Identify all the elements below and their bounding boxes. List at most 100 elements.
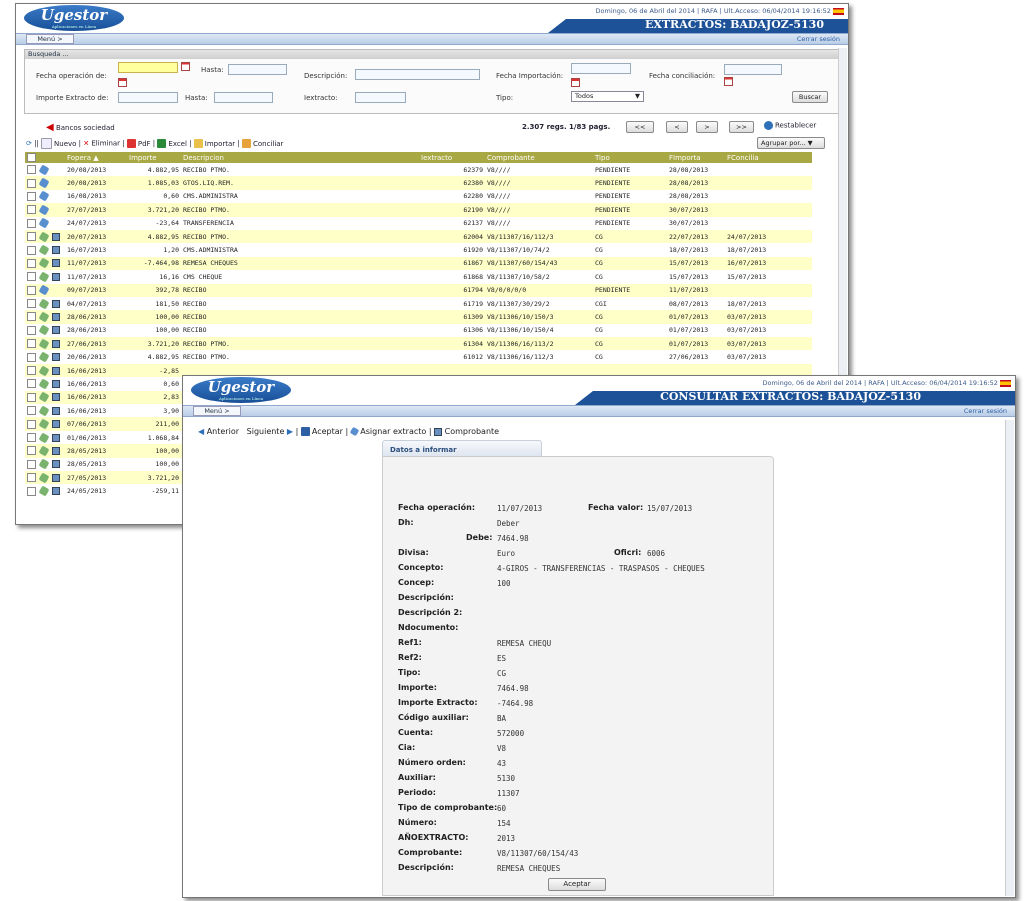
table-row[interactable]: 04/07/2013 181,50 RECIBO 61719 V8/11307/30/2… — [25, 296, 812, 311]
eliminar-button[interactable]: ✕ Eliminar — [83, 140, 120, 148]
paperclip-icon[interactable] — [38, 445, 50, 457]
table-row[interactable]: 28/06/2013 100,00 RECIBO 61306 V8/11306/10/1… — [25, 323, 812, 338]
table-row[interactable]: 24/07/2013 -23,64 TRANSFERENCIA 62137 V8////… — [25, 216, 812, 230]
row-checkbox[interactable] — [27, 272, 36, 282]
voucher-icon[interactable] — [51, 339, 60, 348]
logout-link[interactable]: Cerrar sesión — [797, 34, 840, 44]
row-checkbox[interactable] — [27, 232, 36, 242]
logout-link[interactable]: Cerrar sesión — [964, 406, 1007, 416]
row-checkbox[interactable] — [27, 285, 36, 295]
row-checkbox[interactable] — [27, 366, 36, 376]
ugestor-logo[interactable]: Ugestor Aplicaciones en Línea — [191, 377, 291, 403]
table-row[interactable]: 28/06/2013 100,00 RECIBO 61309 V8/11306/10/1… — [25, 310, 812, 324]
menu-button[interactable]: Menú > — [193, 406, 241, 416]
paperclip-icon[interactable] — [38, 405, 50, 417]
excel-button[interactable]: Excel — [157, 139, 187, 148]
paperclip-icon[interactable] — [38, 432, 50, 443]
paperclip-icon[interactable] — [38, 217, 50, 229]
aceptar-button[interactable]: Aceptar — [548, 878, 606, 891]
table-row[interactable]: 20/08/2013 4.882,95 RECIBO PTMO. 62379 V8///… — [25, 163, 812, 177]
voucher-icon[interactable] — [51, 379, 60, 388]
row-checkbox[interactable] — [27, 325, 36, 335]
paperclip-icon[interactable] — [38, 472, 50, 484]
conciliar-button[interactable]: Conciliar — [241, 139, 283, 148]
spain-flag-icon[interactable] — [1000, 379, 1011, 387]
vertical-scrollbar[interactable] — [1005, 420, 1014, 896]
row-checkbox[interactable] — [27, 392, 36, 402]
next-page-button[interactable]: > — [696, 121, 718, 133]
calendar-icon[interactable] — [724, 77, 733, 86]
voucher-icon[interactable] — [51, 366, 60, 375]
tab-datos-a-informar[interactable]: Datos a informar — [382, 440, 542, 456]
row-checkbox[interactable] — [27, 406, 36, 416]
voucher-icon[interactable] — [51, 299, 60, 308]
siguiente-button[interactable]: Siguiente ▶ — [247, 427, 293, 436]
table-row[interactable]: 11/07/2013 -7.464,98 REMESA CHEQUES 61867 V8… — [25, 256, 812, 271]
row-checkbox[interactable] — [27, 339, 36, 349]
voucher-icon[interactable] — [51, 446, 60, 455]
calendar-icon[interactable] — [118, 78, 127, 87]
paperclip-icon[interactable] — [38, 191, 50, 202]
bancos-sociedad-link[interactable]: ◀ Bancos sociedad — [46, 122, 115, 133]
voucher-icon[interactable] — [51, 272, 60, 281]
anterior-button[interactable]: ◀ Anterior — [198, 427, 239, 436]
select-all-checkbox[interactable] — [25, 152, 65, 163]
paperclip-icon[interactable] — [38, 378, 50, 390]
paperclip-icon[interactable] — [38, 338, 50, 350]
row-checkbox[interactable] — [27, 299, 36, 309]
row-checkbox[interactable] — [27, 258, 36, 268]
voucher-icon[interactable] — [51, 487, 60, 496]
fecha-importacion-input[interactable] — [571, 63, 631, 74]
paperclip-icon[interactable] — [38, 311, 50, 323]
paperclip-icon[interactable] — [38, 324, 50, 336]
table-row[interactable]: 16/07/2013 1,20 CMS.ADMINISTRA 61920 V8/1130… — [25, 243, 812, 257]
paperclip-icon[interactable] — [38, 271, 50, 283]
row-checkbox[interactable] — [27, 419, 36, 429]
paperclip-icon[interactable] — [38, 164, 50, 176]
col-descripcion[interactable]: Descripcion — [181, 152, 419, 163]
nuevo-button[interactable]: Nuevo — [41, 138, 76, 149]
first-page-button[interactable]: << — [626, 121, 654, 133]
table-row[interactable]: 16/08/2013 0,60 CMS.ADMINISTRA 62280 V8////P… — [25, 189, 812, 204]
row-checkbox[interactable] — [27, 165, 36, 175]
tipo-select[interactable]: Todos ▼ — [571, 91, 644, 102]
fecha-operacion-de-input[interactable] — [118, 62, 178, 73]
paperclip-icon[interactable] — [38, 231, 50, 243]
table-row[interactable]: 11/07/2013 16,16 CMS CHEQUE 61868 V8/11307/1… — [25, 270, 812, 284]
paperclip-icon[interactable] — [38, 351, 50, 363]
voucher-icon[interactable] — [51, 433, 60, 442]
paperclip-icon[interactable] — [38, 365, 50, 377]
row-checkbox[interactable] — [27, 245, 36, 255]
importe-de-input[interactable] — [118, 92, 178, 103]
col-importe[interactable]: Importe — [127, 152, 181, 163]
row-checkbox[interactable] — [27, 486, 36, 496]
row-checkbox[interactable] — [27, 459, 36, 469]
iextracto-input[interactable] — [355, 92, 406, 103]
descripcion-input[interactable] — [355, 69, 480, 80]
buscar-button[interactable]: Buscar — [792, 91, 828, 103]
paperclip-icon[interactable] — [38, 204, 50, 216]
spain-flag-icon[interactable] — [833, 7, 844, 15]
voucher-icon[interactable] — [51, 460, 60, 469]
col-fconcilia[interactable]: FConcilia — [725, 152, 812, 163]
paperclip-icon[interactable] — [38, 458, 50, 470]
calendar-icon[interactable] — [571, 78, 580, 87]
row-checkbox[interactable] — [27, 446, 36, 456]
voucher-icon[interactable] — [51, 232, 60, 241]
col-fopera[interactable]: Fopera ▲ — [65, 152, 127, 163]
restablecer-button[interactable]: Restablecer — [764, 121, 816, 130]
table-row[interactable]: 20/08/2013 1.085,03 GTOS.LIQ.REM. 62380 V8//… — [25, 176, 812, 190]
last-page-button[interactable]: >> — [729, 121, 754, 133]
col-iextracto[interactable]: Iextracto — [419, 152, 485, 163]
table-row[interactable]: 20/07/2013 4.882,95 RECIBO PTMO. 62004 V8/11… — [25, 229, 812, 244]
fecha-conciliacion-input[interactable] — [724, 64, 782, 75]
table-row[interactable]: 20/06/2013 4.882,95 RECIBO PTMO. 61012 V8/11… — [25, 350, 812, 364]
voucher-icon[interactable] — [51, 393, 60, 402]
reload-icon[interactable]: ⟳ — [26, 140, 32, 148]
voucher-icon[interactable] — [51, 246, 60, 255]
voucher-icon[interactable] — [51, 312, 60, 321]
voucher-icon[interactable] — [51, 406, 60, 415]
table-row[interactable]: 27/06/2013 3.721,20 RECIBO PTMO. 61304 V8/11… — [25, 337, 812, 351]
row-checkbox[interactable] — [27, 178, 36, 188]
comprobante-button[interactable]: Comprobante — [434, 427, 499, 436]
